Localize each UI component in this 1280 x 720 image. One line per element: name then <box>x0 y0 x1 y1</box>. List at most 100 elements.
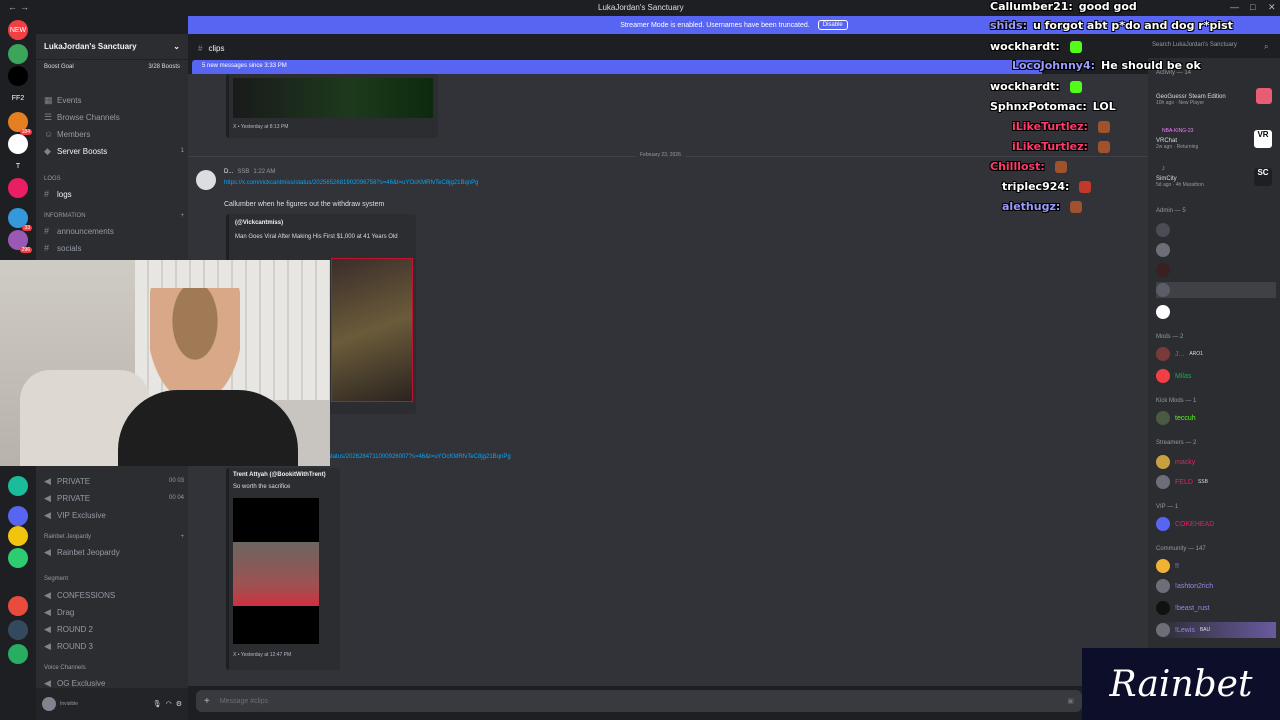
embed-image[interactable] <box>331 258 413 402</box>
add-attachment-icon[interactable]: + <box>204 696 210 707</box>
server-icon-5[interactable] <box>8 134 28 154</box>
app-window: ← → LukaJordan's Sanctuary — □ ✕ Streame… <box>0 0 1280 720</box>
server-icon-4[interactable]: 184 <box>8 112 32 135</box>
embed-video[interactable] <box>233 498 319 644</box>
microphone-icon[interactable]: 🎙 <box>153 700 162 708</box>
member-name: Milas <box>1175 372 1192 380</box>
message-author[interactable]: D... <box>224 169 233 175</box>
embed-author[interactable]: Trent Attyah (@BookitWithTrent) <box>233 472 326 478</box>
avatar <box>1156 283 1170 297</box>
server-icon-10[interactable] <box>8 476 28 496</box>
avatar[interactable] <box>196 170 216 190</box>
message-time: 1:22 AM <box>253 169 276 175</box>
avatar <box>1156 559 1170 573</box>
server-icon-0[interactable]: NEW <box>8 20 28 40</box>
server-icon-1[interactable] <box>8 44 28 64</box>
server-icon-8[interactable]: 33 <box>8 208 32 231</box>
voice-private-1[interactable]: ◀ PRIVATE 00 03 <box>44 473 184 489</box>
member-item[interactable]: Milas <box>1156 368 1276 384</box>
channel-confessions[interactable]: ◀ CONFESSIONS <box>44 587 184 603</box>
member-name: teccuh <box>1175 414 1196 422</box>
hash-icon: # <box>198 43 203 53</box>
channel-announcements[interactable]: # announcements <box>44 223 184 239</box>
chat-message: u forgot abt p*do and dog r*pist <box>1032 19 1233 32</box>
channel-header: # clips <box>188 38 988 58</box>
avatar <box>1156 579 1170 593</box>
chat-line: Chilllost: <box>990 160 1067 173</box>
boost-goal[interactable]: Boost Goal 3/28 Boosts <box>40 64 184 78</box>
server-icon-12[interactable] <box>8 526 28 546</box>
embed-author[interactable]: (@Vickcantmiss) <box>235 220 283 226</box>
embed-image[interactable] <box>233 78 433 118</box>
server-header[interactable]: LukaJordan's Sanctuary ⌄ <box>36 34 188 60</box>
sidebar-item-members[interactable]: ☺ Members <box>44 126 184 142</box>
back-arrow-icon[interactable]: ← <box>8 2 17 12</box>
gift-icon[interactable]: ▣ <box>1067 697 1074 705</box>
channel-rainbet[interactable]: ◀ Rainbet Jeopardy <box>44 544 184 560</box>
speaker-icon: ◀ <box>44 606 51 617</box>
member-item[interactable] <box>1156 262 1276 278</box>
chat-user: wockhardt: <box>990 80 1060 93</box>
avatar[interactable] <box>42 697 56 711</box>
member-item[interactable]: teccuh <box>1156 410 1276 426</box>
channel-socials[interactable]: # socials <box>44 240 184 256</box>
voice-private-2[interactable]: ◀ PRIVATE 00 04 <box>44 490 184 506</box>
chat-line: LocoJohnny4: He should be ok <box>1012 59 1201 72</box>
speaker-icon: ◀ <box>44 677 51 688</box>
member-item[interactable]: FELD SSB <box>1156 474 1276 490</box>
server-icon-7[interactable] <box>8 178 28 198</box>
server-badge: 296 <box>19 247 32 253</box>
headphones-icon[interactable]: ◠ <box>166 700 172 708</box>
disable-button[interactable]: Disable <box>817 20 848 30</box>
member-item[interactable]: !beast_rust <box>1156 600 1276 616</box>
member-item[interactable] <box>1156 222 1276 238</box>
new-messages-bar[interactable]: 5 new messages since 3:33 PM <box>192 60 1042 74</box>
message-link[interactable]: status/2026284711000926007?s=46&t=uYOcKM… <box>328 454 511 460</box>
server-icon-9[interactable]: 296 <box>8 230 32 253</box>
server-icon-3[interactable]: FF2 <box>8 88 28 108</box>
member-item[interactable]: !Lewis BAU <box>1156 622 1276 638</box>
member-item[interactable]: COKEHEAD <box>1156 516 1276 532</box>
server-icon-13[interactable] <box>8 548 28 568</box>
channel-label: Rainbet Jeopardy <box>57 547 120 557</box>
sidebar-item-browse[interactable]: ☰ Browse Channels <box>44 109 184 125</box>
speaker-icon: ◀ <box>44 509 51 520</box>
channel-round-2[interactable]: ◀ ROUND 2 <box>44 621 184 637</box>
rainbet-logo: Rainbet <box>1082 648 1280 720</box>
gear-icon[interactable]: ⚙ <box>176 700 182 708</box>
channel-round-3[interactable]: ◀ ROUND 3 <box>44 638 184 654</box>
server-icon-14[interactable] <box>8 596 28 616</box>
channel-label: PRIVATE <box>57 493 91 503</box>
server-icon-15[interactable] <box>8 620 28 640</box>
forward-arrow-icon[interactable]: → <box>20 2 29 12</box>
video-frame <box>233 542 319 606</box>
channel-logs[interactable]: # logs <box>44 186 184 202</box>
server-icon-16[interactable] <box>8 644 28 664</box>
server-icon-6[interactable]: T <box>8 156 28 176</box>
sidebar-item-events[interactable]: ▦ Events <box>44 92 184 108</box>
member-name: FELD <box>1175 478 1193 486</box>
member-item[interactable] <box>1156 304 1276 320</box>
channel-drag[interactable]: ◀ Drag <box>44 604 184 620</box>
channel-vip[interactable]: ◀ VIP Exclusive <box>44 507 184 523</box>
message-link[interactable]: https://x.com/vickcantmiss/status/202565… <box>224 180 478 186</box>
chat-message: He should be ok <box>1101 59 1201 72</box>
message-input[interactable]: + Message #clips ▣ <box>196 690 1082 712</box>
member-item[interactable]: !ashton2rich <box>1156 578 1276 594</box>
message-text: Callumber when he figures out the withdr… <box>224 201 385 208</box>
date-divider: February 23, 2026 <box>636 152 685 158</box>
avatar <box>1156 243 1170 257</box>
chat-user: iLikeTurtlez: <box>1012 120 1088 133</box>
avatar <box>1156 623 1170 637</box>
calendar-icon: ▦ <box>44 94 53 105</box>
member-item[interactable]: macky <box>1156 454 1276 470</box>
member-item[interactable]: J... ARO1 <box>1156 346 1276 362</box>
member-item[interactable] <box>1156 242 1276 258</box>
server-icon-2[interactable] <box>8 66 28 86</box>
boost-icon: ◆ <box>44 145 51 156</box>
member-item[interactable]: !! <box>1156 558 1276 574</box>
role-kick-mods: Kick Mods — 1 <box>1156 398 1197 404</box>
member-item[interactable] <box>1156 282 1276 298</box>
sidebar-item-boosts[interactable]: ◆ Server Boosts 1 <box>44 143 184 159</box>
server-icon-11[interactable] <box>8 506 28 526</box>
